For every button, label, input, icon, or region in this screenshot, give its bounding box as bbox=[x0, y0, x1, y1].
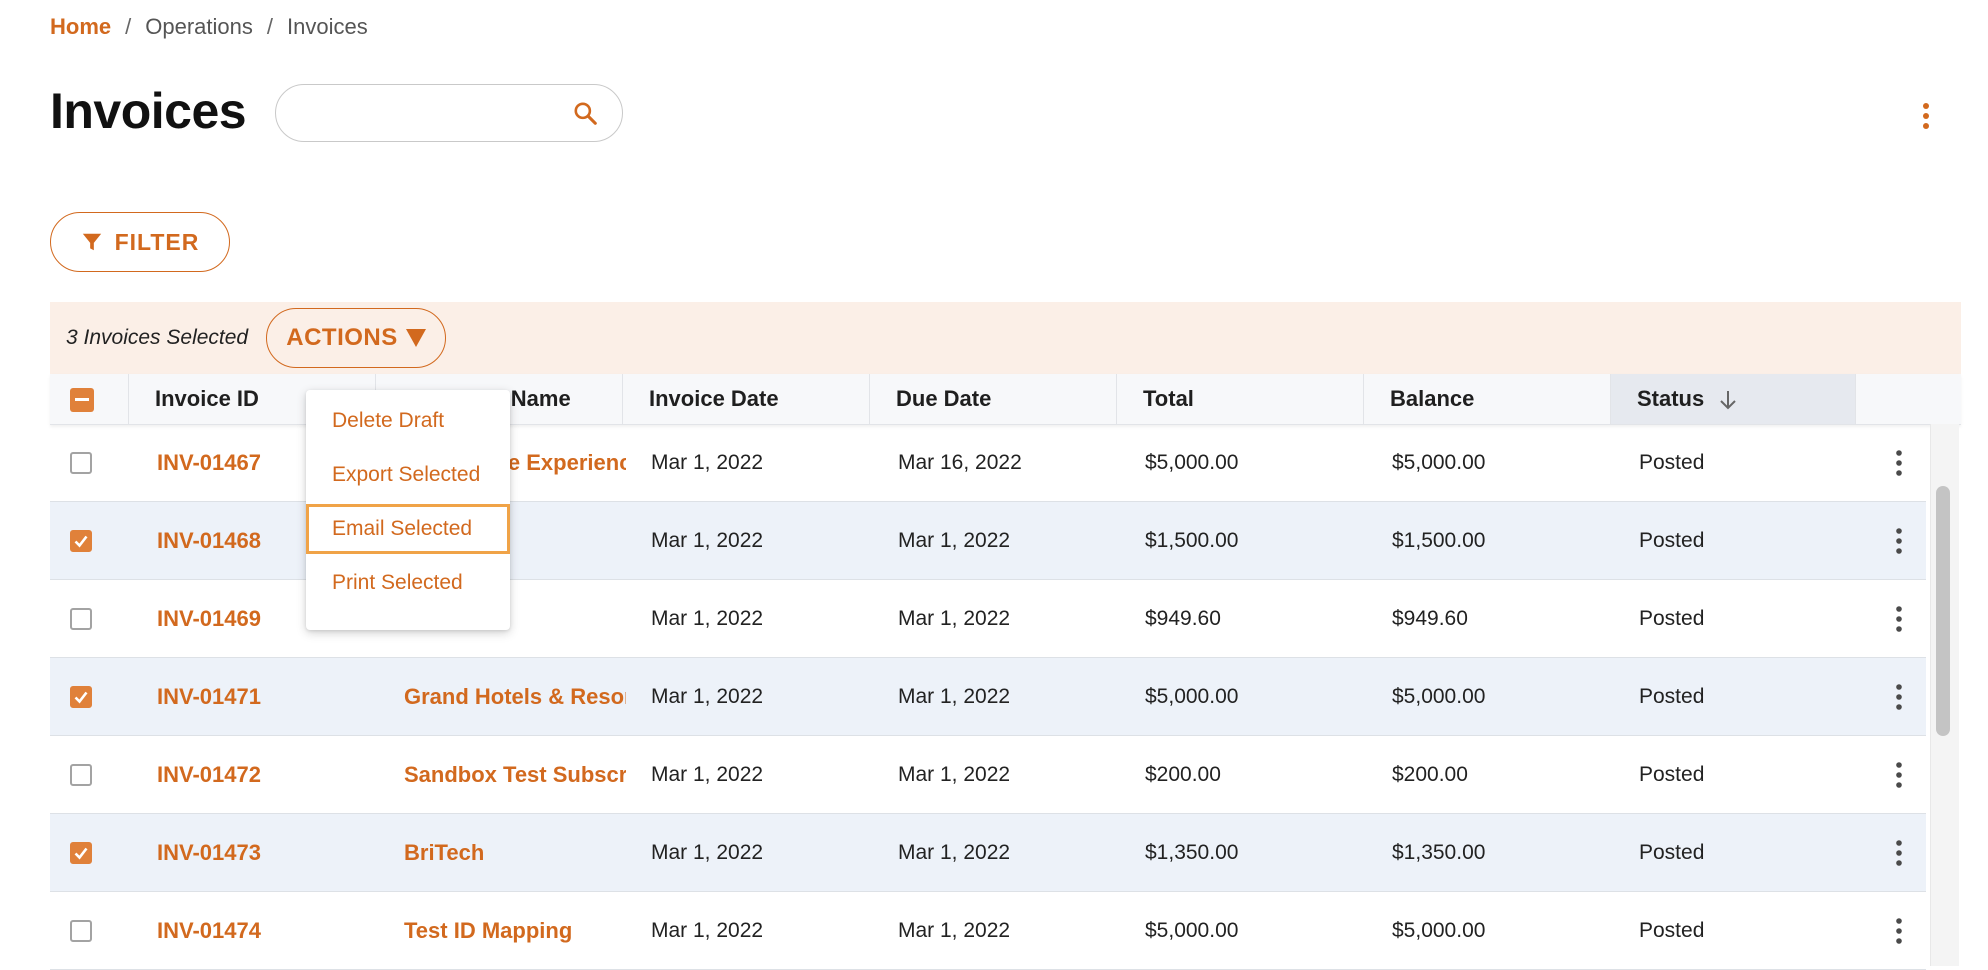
more-vertical-icon[interactable] bbox=[1891, 603, 1907, 635]
balance-amount: $5,000.00 bbox=[1392, 685, 1486, 708]
breadcrumb-home-link[interactable]: Home bbox=[50, 14, 111, 40]
select-all-cell bbox=[50, 374, 128, 424]
actions-button[interactable]: ACTIONS bbox=[266, 308, 446, 368]
balance-amount: $1,500.00 bbox=[1392, 529, 1486, 552]
total-amount: $5,000.00 bbox=[1145, 685, 1239, 708]
more-vertical-icon[interactable] bbox=[1891, 915, 1907, 947]
more-vertical-icon[interactable] bbox=[1891, 759, 1907, 791]
menu-item-print-selected[interactable]: Print Selected bbox=[306, 558, 510, 608]
table-row: INV-01473 BriTech Mar 1, 2022 Mar 1, 202… bbox=[50, 814, 1926, 892]
customer-name-link[interactable]: Sandbox Test Subscription bbox=[404, 736, 626, 814]
actions-menu: Delete Draft Export Selected Email Selec… bbox=[306, 390, 510, 630]
balance-amount: $5,000.00 bbox=[1392, 451, 1486, 474]
invoice-date: Mar 1, 2022 bbox=[651, 451, 764, 474]
status-text: Posted bbox=[1639, 763, 1705, 786]
more-vertical-icon[interactable] bbox=[1891, 837, 1907, 869]
total-amount: $949.60 bbox=[1145, 607, 1221, 630]
menu-item-email-selected[interactable]: Email Selected bbox=[306, 504, 510, 554]
total-amount: $1,350.00 bbox=[1145, 841, 1239, 864]
due-date: Mar 1, 2022 bbox=[898, 529, 1011, 552]
invoice-date: Mar 1, 2022 bbox=[651, 685, 764, 708]
table-row: INV-01474 Test ID Mapping Mar 1, 2022 Ma… bbox=[50, 892, 1926, 970]
due-date: Mar 1, 2022 bbox=[898, 763, 1011, 786]
invoice-date: Mar 1, 2022 bbox=[651, 841, 764, 864]
invoice-id-link[interactable]: INV-01471 bbox=[157, 658, 357, 736]
customer-name-link[interactable]: Test ID Mapping bbox=[404, 892, 626, 970]
due-date: Mar 1, 2022 bbox=[898, 841, 1011, 864]
balance-amount: $1,350.00 bbox=[1392, 841, 1486, 864]
due-date: Mar 1, 2022 bbox=[898, 685, 1011, 708]
scrollbar-thumb[interactable] bbox=[1936, 486, 1950, 736]
table-row: INV-01472 Sandbox Test Subscription Mar … bbox=[50, 736, 1926, 814]
menu-item-export-selected[interactable]: Export Selected bbox=[306, 450, 510, 500]
breadcrumb-item-operations[interactable]: Operations bbox=[145, 14, 253, 40]
balance-amount: $949.60 bbox=[1392, 607, 1468, 630]
row-checkbox[interactable] bbox=[70, 452, 92, 474]
row-checkbox[interactable] bbox=[70, 686, 92, 708]
more-vertical-icon[interactable] bbox=[1891, 525, 1907, 557]
selection-bar: 3 Invoices Selected ACTIONS bbox=[50, 302, 1961, 374]
selected-count: 3 Invoices Selected bbox=[66, 326, 249, 349]
invoice-date: Mar 1, 2022 bbox=[651, 919, 764, 942]
column-header-total[interactable]: Total bbox=[1116, 374, 1363, 424]
column-header-status[interactable]: Status bbox=[1610, 374, 1855, 424]
breadcrumb: Home / Operations / Invoices bbox=[50, 14, 368, 40]
row-checkbox[interactable] bbox=[70, 530, 92, 552]
breadcrumb-separator: / bbox=[266, 14, 273, 39]
filter-button[interactable]: FILTER bbox=[50, 212, 230, 272]
filter-label: FILTER bbox=[114, 228, 200, 255]
invoice-date: Mar 1, 2022 bbox=[651, 529, 764, 552]
search-box[interactable] bbox=[275, 84, 623, 142]
balance-amount: $5,000.00 bbox=[1392, 919, 1486, 942]
invoice-id-link[interactable]: INV-01474 bbox=[157, 892, 357, 970]
column-header-due-date[interactable]: Due Date bbox=[869, 374, 1116, 424]
invoice-id-link[interactable]: INV-01472 bbox=[157, 736, 357, 814]
due-date: Mar 16, 2022 bbox=[898, 451, 1022, 474]
checkmark-icon bbox=[74, 847, 88, 860]
row-checkbox[interactable] bbox=[70, 608, 92, 630]
status-text: Posted bbox=[1639, 841, 1705, 864]
row-checkbox[interactable] bbox=[70, 842, 92, 864]
total-amount: $5,000.00 bbox=[1145, 919, 1239, 942]
checkmark-icon bbox=[74, 535, 88, 548]
status-text: Posted bbox=[1639, 451, 1705, 474]
breadcrumb-item-invoices: Invoices bbox=[287, 14, 368, 39]
customer-name-link[interactable]: Grand Hotels & Resorts bbox=[404, 658, 626, 736]
due-date: Mar 1, 2022 bbox=[898, 919, 1011, 942]
more-vertical-icon[interactable] bbox=[1891, 681, 1907, 713]
column-header-actions bbox=[1855, 374, 1961, 424]
row-checkbox[interactable] bbox=[70, 920, 92, 942]
column-header-status-label: Status bbox=[1637, 386, 1705, 411]
total-amount: $1,500.00 bbox=[1145, 529, 1239, 552]
actions-label: ACTIONS bbox=[286, 324, 398, 351]
status-text: Posted bbox=[1639, 685, 1705, 708]
row-checkbox[interactable] bbox=[70, 764, 92, 786]
caret-down-icon bbox=[405, 329, 426, 347]
filter-icon bbox=[82, 233, 101, 251]
status-text: Posted bbox=[1639, 607, 1705, 630]
breadcrumb-separator: / bbox=[125, 14, 132, 39]
menu-item-delete-draft[interactable]: Delete Draft bbox=[306, 396, 510, 446]
invoice-id-link[interactable]: INV-01473 bbox=[157, 814, 357, 892]
column-header-balance[interactable]: Balance bbox=[1363, 374, 1610, 424]
column-header-invoice-date[interactable]: Invoice Date bbox=[622, 374, 869, 424]
customer-name-link[interactable]: BriTech bbox=[404, 814, 626, 892]
search-icon[interactable] bbox=[572, 100, 598, 126]
select-all-checkbox[interactable] bbox=[70, 388, 94, 412]
table-row: INV-01471 Grand Hotels & Resorts Mar 1, … bbox=[50, 658, 1926, 736]
due-date: Mar 1, 2022 bbox=[898, 607, 1011, 630]
more-vertical-icon[interactable] bbox=[1914, 100, 1938, 132]
search-input[interactable] bbox=[296, 95, 560, 133]
invoice-date: Mar 1, 2022 bbox=[651, 607, 764, 630]
page-title: Invoices bbox=[50, 83, 247, 139]
invoice-date: Mar 1, 2022 bbox=[651, 763, 764, 786]
total-amount: $200.00 bbox=[1145, 763, 1221, 786]
arrow-down-icon bbox=[1720, 391, 1737, 410]
total-amount: $5,000.00 bbox=[1145, 451, 1239, 474]
balance-amount: $200.00 bbox=[1392, 763, 1468, 786]
checkmark-icon bbox=[74, 691, 88, 704]
status-text: Posted bbox=[1639, 529, 1705, 552]
status-text: Posted bbox=[1639, 919, 1705, 942]
more-vertical-icon[interactable] bbox=[1891, 447, 1907, 479]
